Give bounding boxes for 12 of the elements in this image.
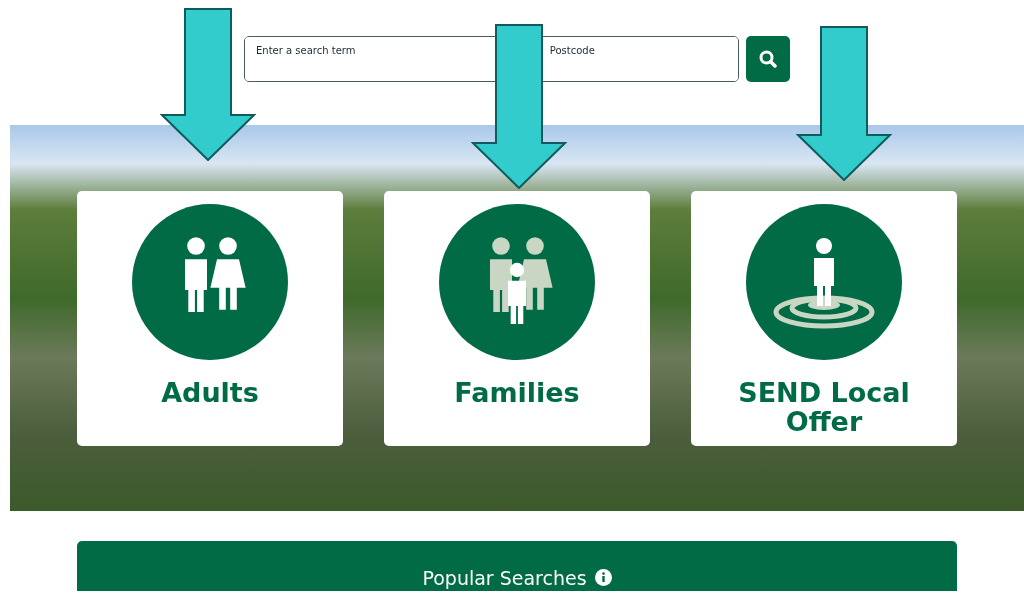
info-icon (594, 569, 612, 586)
category-card[interactable]: Families (384, 191, 650, 446)
card-title: SEND Local Offer (737, 378, 911, 436)
card-title: Families (453, 378, 581, 407)
popular-searches-title: Popular Searches (422, 567, 587, 589)
category-card[interactable]: SEND Local Offer (691, 191, 957, 446)
search-icon (759, 50, 777, 68)
popular-searches-bar[interactable]: Popular Searches (77, 541, 957, 591)
search-button[interactable] (746, 36, 790, 82)
card-title: Adults (160, 378, 260, 407)
search-field[interactable]: Enter a search term Postcode (244, 36, 739, 82)
category-card[interactable]: Adults (77, 191, 343, 446)
